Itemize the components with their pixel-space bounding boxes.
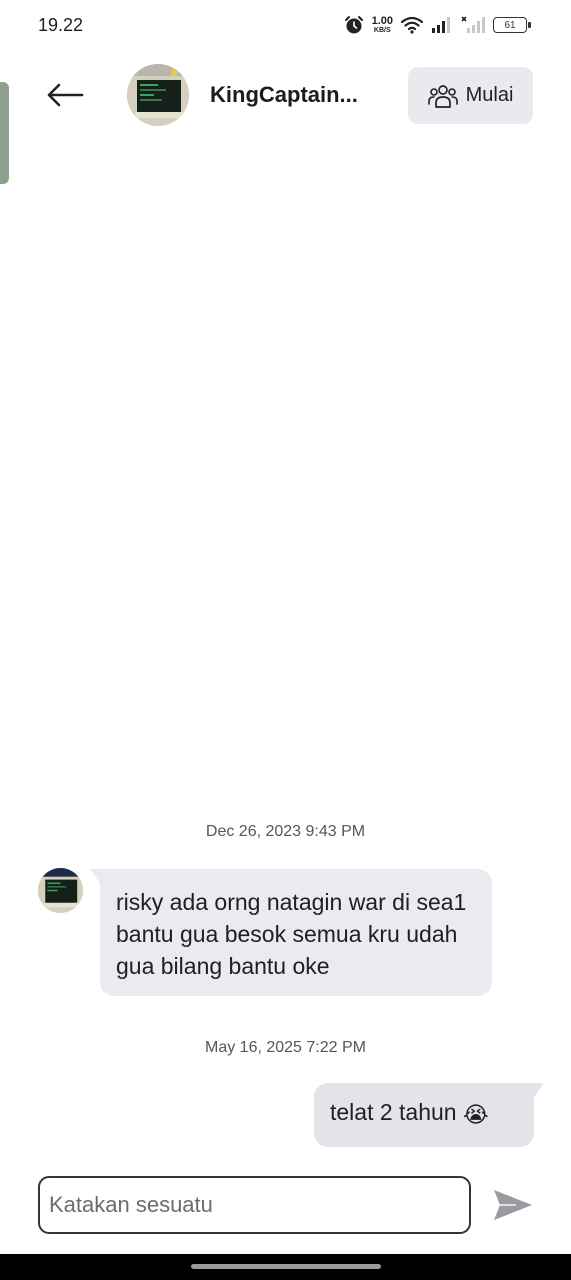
start-group-button[interactable]: Mulai <box>408 67 533 124</box>
back-button[interactable] <box>40 72 90 118</box>
home-indicator[interactable] <box>191 1264 381 1269</box>
message-text: telat 2 tahun <box>330 1099 457 1125</box>
message-input[interactable] <box>40 1178 469 1232</box>
crying-face-emoji: 😭 <box>463 1102 489 1127</box>
signal-icon <box>432 17 450 33</box>
message-text: risky ada orng natagin war di sea1 bantu… <box>116 889 467 979</box>
message-timestamp: May 16, 2025 7:22 PM <box>205 1039 366 1056</box>
send-icon <box>494 1190 532 1220</box>
outgoing-message[interactable]: telat 2 tahun 😭 <box>314 1083 544 1147</box>
incoming-message[interactable]: risky ada orng natagin war di sea1 bantu… <box>90 869 492 996</box>
status-icons: 1.00 KB/S 61 <box>344 13 531 37</box>
net-speed: 1.00 KB/S <box>371 15 393 35</box>
alarm-icon <box>344 16 363 34</box>
avatar-image <box>127 64 189 126</box>
signal-x-icon <box>461 16 485 33</box>
net-speed-value: 1.00 <box>371 15 393 27</box>
group-icon <box>427 84 458 108</box>
battery-level: 61 <box>504 19 516 31</box>
sender-avatar[interactable] <box>38 868 83 913</box>
battery-icon: 61 <box>493 17 531 33</box>
contact-avatar[interactable] <box>127 64 189 126</box>
navigation-bar <box>0 1254 571 1280</box>
start-button-label: Mulai <box>465 84 514 106</box>
arrow-left-icon <box>47 83 84 107</box>
contact-name[interactable]: KingCaptain... <box>210 82 382 108</box>
net-speed-unit: KB/S <box>373 27 391 34</box>
status-bar: 19.22 1.00 KB/S 61 <box>0 0 571 52</box>
wifi-icon <box>401 16 423 34</box>
status-time: 19.22 <box>38 15 84 35</box>
avatar-image <box>38 868 83 913</box>
message-composer <box>38 1176 471 1234</box>
message-timestamp: Dec 26, 2023 9:43 PM <box>205 823 366 840</box>
chat-header: KingCaptain... Mulai <box>0 56 571 136</box>
send-button[interactable] <box>490 1184 536 1226</box>
